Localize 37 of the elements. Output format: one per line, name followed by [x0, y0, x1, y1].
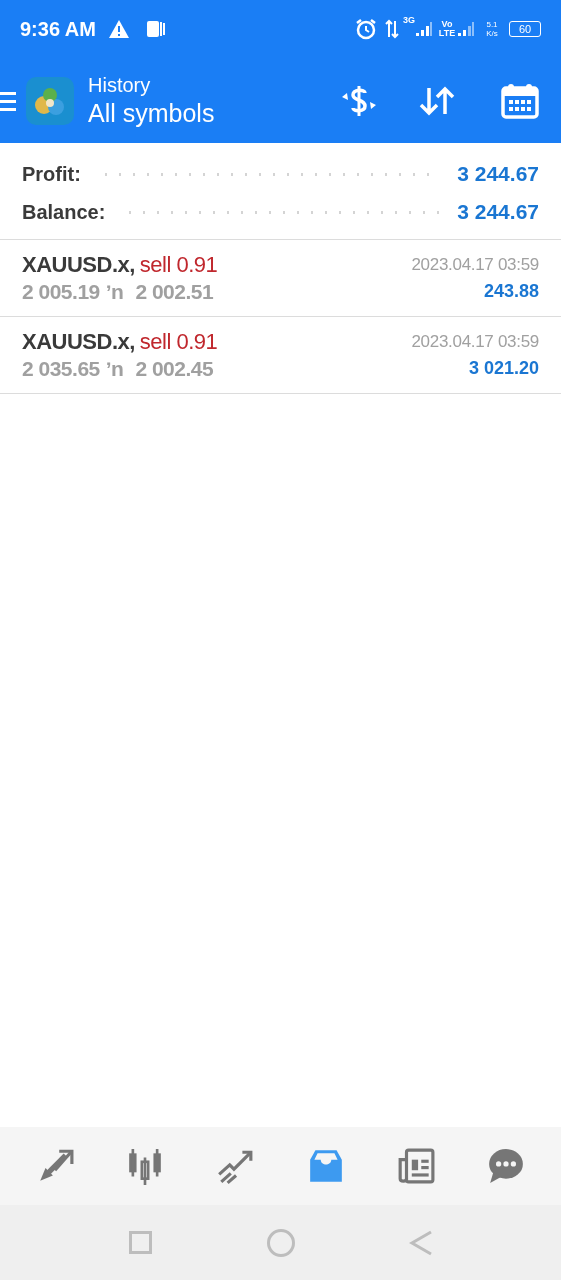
menu-icon[interactable]	[0, 89, 16, 112]
summary-label: Balance:	[22, 200, 106, 225]
warning-icon	[107, 19, 130, 39]
arrow-glyph: ʼn	[105, 279, 124, 305]
alarm-icon	[355, 18, 377, 40]
deal-time: 2023.04.17 03:59	[411, 254, 539, 276]
deal-action: sell 0.91	[139, 251, 218, 278]
signal-icon	[415, 21, 433, 37]
signal-icon	[457, 21, 475, 37]
summary-value: 3 244.67	[457, 199, 539, 226]
screen-title: History	[88, 72, 152, 97]
sort-icon[interactable]	[419, 84, 455, 117]
close-price: 2 002.45	[135, 356, 214, 382]
deal-action: sell 0.91	[139, 328, 218, 355]
status-time: 9:36 AM	[20, 17, 96, 42]
network-type: 3G	[403, 16, 415, 25]
network-type: Vo LTE	[437, 20, 457, 38]
deal-symbol: XAUUSD.x,	[22, 251, 135, 278]
data-transfer-icon	[385, 19, 399, 39]
deal-symbol: XAUUSD.x,	[22, 328, 135, 355]
summary-label: Profit:	[22, 162, 81, 187]
app-logo-icon	[26, 76, 74, 125]
arrow-glyph: ʼn	[105, 356, 124, 382]
deal-time: 2023.04.17 03:59	[411, 331, 539, 353]
deal-profit: 3 021.20	[468, 357, 539, 380]
deal-profit: 243.88	[483, 280, 539, 303]
network-speed: 5.1 K/s	[485, 20, 499, 38]
newspaper-icon[interactable]	[396, 1147, 435, 1185]
open-price: 2 005.19	[22, 279, 100, 305]
summary-value: 3 244.67	[457, 161, 539, 188]
app-notification-icon	[145, 19, 166, 39]
symbol-filter[interactable]: All symbols	[88, 96, 215, 129]
close-price: 2 002.51	[135, 279, 214, 305]
chat-bubble-icon[interactable]	[486, 1147, 525, 1185]
open-price: 2 035.65	[22, 356, 100, 382]
battery-indicator: 60	[509, 21, 541, 37]
calendar-icon[interactable]	[501, 82, 539, 119]
